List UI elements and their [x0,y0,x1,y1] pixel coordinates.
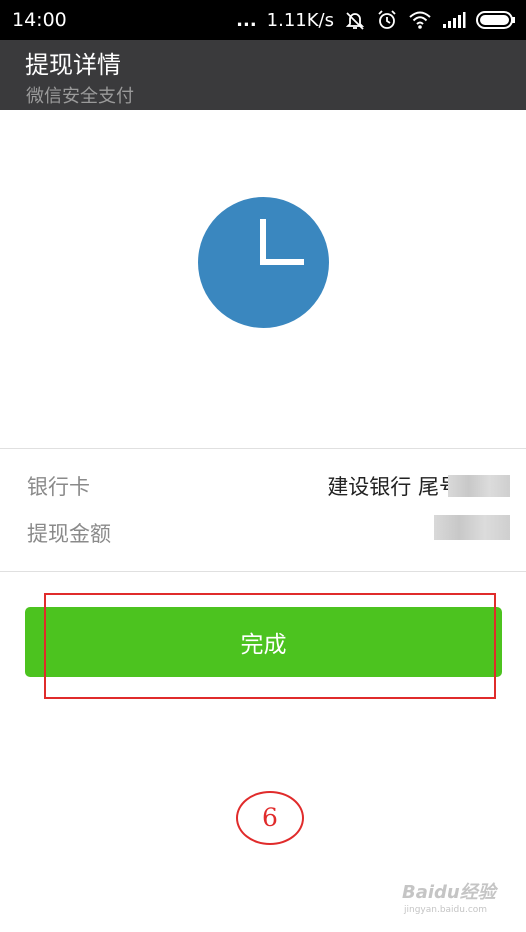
watermark-brand: Baidu经验 [402,882,496,903]
network-speed: 1.11K/s [266,9,334,31]
bank-card-value: 建设银行 尾号 [327,471,510,501]
redacted-amount [434,515,510,540]
wifi-icon [408,10,432,30]
status-bar: 14:00 ... 1.11K/s [0,0,526,40]
redacted-card-digits [448,475,510,497]
details-bottom-divider [0,571,526,572]
bank-card-label: 银行卡 [27,475,90,499]
signal-icon [442,11,466,29]
status-dots: ... [236,9,257,31]
watermark-url: jingyan.baidu.com [404,905,488,915]
page-subtitle: 微信安全支付 [26,86,134,107]
baidu-watermark: Baidu经验 jingyan.baidu.com [396,878,506,922]
status-time: 14:00 [12,9,67,31]
step-number-badge: 6 [236,791,304,845]
clock-icon [198,197,329,328]
title-bar: 提现详情 微信安全支付 [0,40,526,110]
done-button[interactable]: 完成 [25,607,502,677]
status-indicators: ... 1.11K/s [236,7,516,33]
alarm-icon [376,9,398,31]
amount-label: 提现金额 [27,522,111,546]
page-title: 提现详情 [25,51,121,79]
battery-icon [476,11,516,29]
mute-vibrate-icon [344,9,366,31]
details-top-divider [0,448,526,449]
bank-card-text: 建设银行 尾号 [327,475,460,499]
